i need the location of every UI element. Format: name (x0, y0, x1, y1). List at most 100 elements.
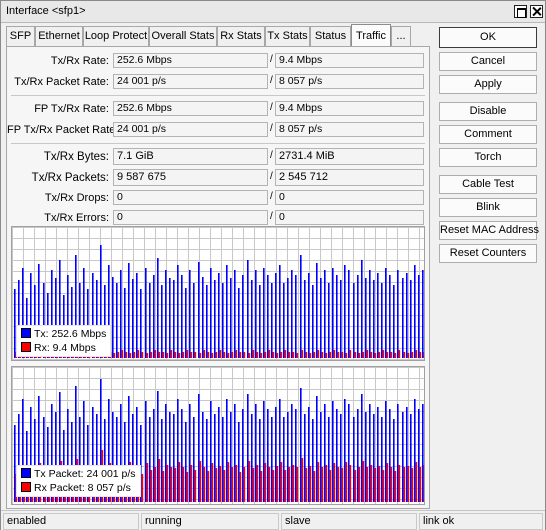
ok-button[interactable]: OK (439, 27, 537, 48)
tx-bar (120, 270, 122, 358)
rx-bar (301, 458, 304, 502)
rx-rate-field[interactable]: 9.4 Mbps (275, 53, 424, 68)
tx-bar (353, 283, 355, 358)
tx-errors-field[interactable]: 0 (113, 210, 268, 225)
tab-sfp[interactable]: SFP (6, 26, 35, 46)
tx-bar (422, 404, 424, 502)
reset-counters-button[interactable]: Reset Counters (439, 244, 537, 263)
rx-bar (215, 352, 218, 358)
tx-bar (308, 407, 310, 502)
tab-more[interactable]: ... (391, 26, 411, 46)
comment-button[interactable]: Comment (439, 125, 537, 144)
reset-mac-address-button[interactable]: Reset MAC Address (439, 221, 539, 240)
rx-bar (378, 466, 381, 502)
tx-bar (291, 270, 293, 358)
rx-bar (309, 466, 312, 502)
tab-rx-stats[interactable]: Rx Stats (217, 26, 265, 46)
tx-rx-bytes-label: Tx/Rx Bytes: (43, 151, 109, 163)
tx-bar (145, 401, 147, 502)
rx-bar (284, 470, 287, 502)
close-icon[interactable] (530, 5, 543, 18)
disable-button[interactable]: Disable (439, 102, 537, 121)
tx-rx-rate-label: Tx/Rx Rate: (50, 55, 109, 67)
interface-window: Interface <sfp1> SFP Ethernet Loop Prote… (0, 0, 546, 530)
tx-bar (161, 285, 163, 358)
restore-icon[interactable] (514, 5, 527, 18)
tx-bar (210, 268, 212, 358)
tx-bar (193, 417, 195, 502)
tx-packets-field[interactable]: 9 587 675 (113, 169, 268, 186)
fp-tx-rate-field[interactable]: 252.6 Mbps (113, 101, 268, 116)
tx-bytes-field[interactable]: 7.1 GiB (113, 148, 268, 165)
tx-bar (112, 277, 114, 358)
title-bar[interactable]: Interface <sfp1> (1, 1, 545, 23)
rx-bar (366, 350, 369, 358)
rx-bar (349, 350, 352, 358)
rx-packet-rate-field[interactable]: 8 057 p/s (275, 74, 424, 89)
tx-drops-field[interactable]: 0 (113, 190, 268, 205)
tx-rx-drops-label: Tx/Rx Drops: (44, 192, 109, 204)
rx-bar (211, 463, 214, 502)
rx-bar (305, 468, 308, 502)
tx-packet-rate-field[interactable]: 24 001 p/s (113, 74, 268, 89)
rx-bar (337, 467, 340, 502)
tx-bar (165, 404, 167, 502)
tx-bar (397, 270, 399, 358)
tx-bar (279, 265, 281, 358)
cancel-button[interactable]: Cancel (439, 52, 537, 71)
rx-bar (362, 352, 365, 358)
tab-traffic[interactable]: Traffic (351, 24, 391, 47)
tx-bar (324, 404, 326, 502)
tx-bar (406, 407, 408, 502)
rx-bar (154, 350, 157, 358)
tx-bar (340, 414, 342, 502)
fp-tx-packet-rate-field[interactable]: 24 001 p/s (113, 122, 268, 137)
rx-bar (411, 468, 414, 502)
torch-button[interactable]: Torch (439, 148, 537, 167)
blink-button[interactable]: Blink (439, 198, 537, 217)
tx-bar (267, 409, 269, 502)
rx-drops-field[interactable]: 0 (275, 190, 424, 205)
tx-rate-field[interactable]: 252.6 Mbps (113, 53, 268, 68)
rx-bar (141, 352, 144, 358)
fp-rx-rate-field[interactable]: 9.4 Mbps (275, 101, 424, 116)
fp-rx-packet-rate-field[interactable]: 8 057 p/s (275, 122, 424, 137)
tx-bar (414, 399, 416, 502)
tx-bar (149, 417, 151, 502)
rx-bar (370, 352, 373, 358)
tx-bar (373, 414, 375, 502)
rx-packets-field[interactable]: 2 545 712 (275, 169, 424, 186)
tab-overall-stats[interactable]: Overall Stats (149, 26, 217, 46)
tx-bar (218, 273, 220, 358)
tx-bar (193, 283, 195, 358)
tx-bar (348, 270, 350, 358)
rx-bar (362, 461, 365, 502)
tx-bar (300, 255, 302, 358)
separator-slash: / (270, 150, 273, 161)
tx-bar (189, 270, 191, 358)
rx-bar (146, 353, 149, 358)
rx-bar (203, 350, 206, 358)
rx-bar (296, 353, 299, 358)
legend-tx-packet-swatch (21, 468, 31, 478)
rx-bar (345, 353, 348, 358)
rx-bar (276, 353, 279, 358)
rx-bytes-field[interactable]: 2731.4 MiB (275, 148, 424, 165)
tx-bar (226, 399, 228, 502)
rx-bar (280, 352, 283, 358)
tab-loop-protect[interactable]: Loop Protect (83, 26, 149, 46)
rx-bar (333, 350, 336, 358)
apply-button[interactable]: Apply (439, 75, 537, 94)
tab-status[interactable]: Status (310, 26, 351, 46)
cable-test-button[interactable]: Cable Test (439, 175, 537, 194)
tab-tx-stats[interactable]: Tx Stats (265, 26, 310, 46)
tab-ethernet[interactable]: Ethernet (35, 26, 83, 46)
rx-errors-field[interactable]: 0 (275, 210, 424, 225)
rx-bar (321, 467, 324, 502)
rx-bar (354, 352, 357, 358)
tx-bar (149, 283, 151, 358)
rx-bar (223, 352, 226, 358)
tx-bar (210, 401, 212, 502)
rx-bar (239, 472, 242, 502)
rx-bar (252, 350, 255, 358)
